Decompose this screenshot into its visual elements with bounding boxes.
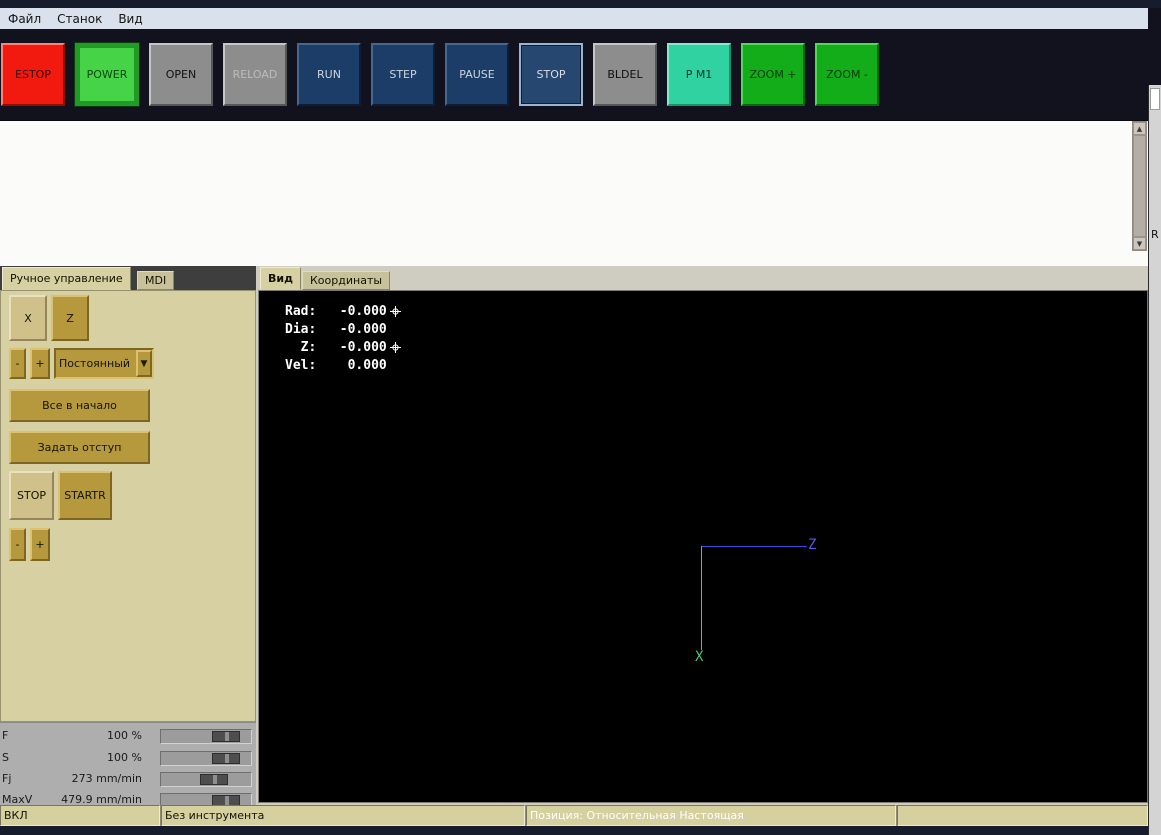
tab-mdi[interactable]: MDI (137, 271, 175, 290)
feed-override-slider[interactable] (160, 729, 252, 744)
toolbar-button-estop[interactable]: ESTOP (1, 43, 65, 106)
dro-label: Dia: (285, 321, 317, 337)
jog-speed-row: Fj 273 mm/min (0, 770, 256, 789)
right-edge-label: R (1151, 228, 1159, 241)
dro-value: -0.000 (339, 303, 387, 319)
tab-manual-control[interactable]: Ручное управление (2, 267, 131, 290)
override-label: F (2, 729, 9, 742)
x-axis-label: X (695, 649, 704, 665)
toolbar-button-pause[interactable]: PAUSE (445, 43, 509, 106)
status-bar: ВКЛ Без инструмента Позиция: Относительн… (0, 805, 1148, 826)
override-label: Fj (2, 772, 12, 785)
spindle-override-slider[interactable] (160, 751, 252, 766)
toolbar-button-zoom-out[interactable]: ZOOM - (815, 43, 879, 106)
jog-mode-select[interactable]: Постоянный ▼ (54, 348, 154, 379)
toolbar-button-step[interactable]: STEP (371, 43, 435, 106)
override-value: 100 % (107, 729, 142, 742)
menu-bar: Файл Станок Вид (0, 8, 1148, 29)
slider-handle[interactable] (199, 774, 228, 785)
z-axis-label: Z (808, 537, 817, 553)
toolbar-button-open[interactable]: OPEN (149, 43, 213, 106)
right-edge-widget (1150, 88, 1160, 110)
dro-row-dia: Dia: -0.000 (285, 320, 401, 338)
window-top-edge (0, 0, 1161, 8)
gcode-listing[interactable] (0, 120, 1148, 266)
override-value: 273 mm/min (71, 772, 142, 785)
dro-label: Z: (300, 339, 317, 355)
spindle-start-button[interactable]: STARTR (58, 471, 112, 520)
toolbar-button-optional-stop-m1[interactable]: P M1 (667, 43, 731, 106)
axis-x-button[interactable]: X (9, 295, 47, 341)
menu-item-file[interactable]: Файл (0, 10, 49, 28)
menu-item-machine[interactable]: Станок (49, 10, 110, 28)
dro-label: Vel: (285, 357, 317, 373)
scroll-down-icon[interactable]: ▼ (1133, 237, 1146, 250)
spindle-plus-button[interactable]: + (30, 528, 50, 561)
preview-canvas[interactable]: Rad: -0.000 Dia: -0.000 Z: -0.000 Vel: 0… (258, 290, 1148, 803)
spindle-stop-button[interactable]: STOP (9, 471, 54, 520)
dro-value: 0.000 (347, 357, 387, 373)
preview-notebook-tabrow (258, 266, 1148, 290)
unhomed-icon (389, 305, 401, 317)
dro-row-z: Z: -0.000 (285, 338, 401, 356)
override-sliders-panel: F 100 % S 100 % Fj 273 mm/min MaxV 479.9… (0, 722, 256, 808)
dro-readout: Rad: -0.000 Dia: -0.000 Z: -0.000 Vel: 0… (285, 302, 401, 374)
toolbar-button-run[interactable]: RUN (297, 43, 361, 106)
override-label: S (2, 751, 9, 764)
feed-override-row: F 100 % (0, 727, 256, 746)
status-extra (897, 805, 1148, 826)
right-edge-panel: R (1148, 85, 1161, 835)
cnc-main-window: Файл Станок Вид ESTOP POWER OPEN RELOAD … (0, 0, 1161, 835)
z-axis-line (701, 546, 807, 547)
touch-off-button[interactable]: Задать отступ (9, 431, 150, 464)
status-tool: Без инструмента (161, 805, 525, 826)
status-machine-state: ВКЛ (0, 805, 160, 826)
status-position: Позиция: Относительная Настоящая (526, 805, 896, 826)
tab-view[interactable]: Вид (260, 267, 301, 290)
dro-label: Rad: (285, 303, 317, 319)
spindle-minus-button[interactable]: - (9, 528, 26, 561)
home-all-button[interactable]: Все в начало (9, 389, 150, 422)
gcode-scrollbar[interactable]: ▲ ▼ (1132, 121, 1147, 251)
dro-value: -0.000 (339, 321, 387, 337)
jog-speed-slider[interactable] (160, 772, 252, 787)
slider-handle[interactable] (212, 731, 241, 742)
slider-handle[interactable] (212, 753, 241, 764)
override-value: 100 % (107, 751, 142, 764)
toolbar-button-power[interactable]: POWER (74, 42, 140, 107)
toolbar-button-bldel[interactable]: BLDEL (593, 43, 657, 106)
dro-value: -0.000 (339, 339, 387, 355)
jog-plus-button[interactable]: + (30, 348, 50, 379)
scroll-up-icon[interactable]: ▲ (1133, 122, 1146, 135)
chevron-down-icon[interactable]: ▼ (136, 350, 152, 377)
tab-coordinates[interactable]: Координаты (302, 271, 391, 290)
dro-row-vel: Vel: 0.000 (285, 356, 401, 374)
toolbar: ESTOP POWER OPEN RELOAD RUN STEP PAUSE S… (0, 29, 1161, 120)
x-axis-line (701, 546, 702, 650)
toolbar-button-reload[interactable]: RELOAD (223, 43, 287, 106)
menu-item-view[interactable]: Вид (110, 10, 150, 28)
window-bottom-edge (0, 826, 1148, 835)
spindle-override-row: S 100 % (0, 749, 256, 768)
jog-minus-button[interactable]: - (9, 348, 26, 379)
jog-mode-value: Постоянный (59, 357, 131, 370)
dro-row-rad: Rad: -0.000 (285, 302, 401, 320)
toolbar-button-stop[interactable]: STOP (519, 43, 583, 106)
toolbar-button-zoom-in[interactable]: ZOOM + (741, 43, 805, 106)
scrollbar-thumb[interactable] (1133, 135, 1146, 237)
unhomed-icon (389, 341, 401, 353)
axis-z-button[interactable]: Z (51, 295, 89, 341)
manual-control-panel: X Z - + Постоянный ▼ Все в начало Задать… (0, 290, 256, 722)
